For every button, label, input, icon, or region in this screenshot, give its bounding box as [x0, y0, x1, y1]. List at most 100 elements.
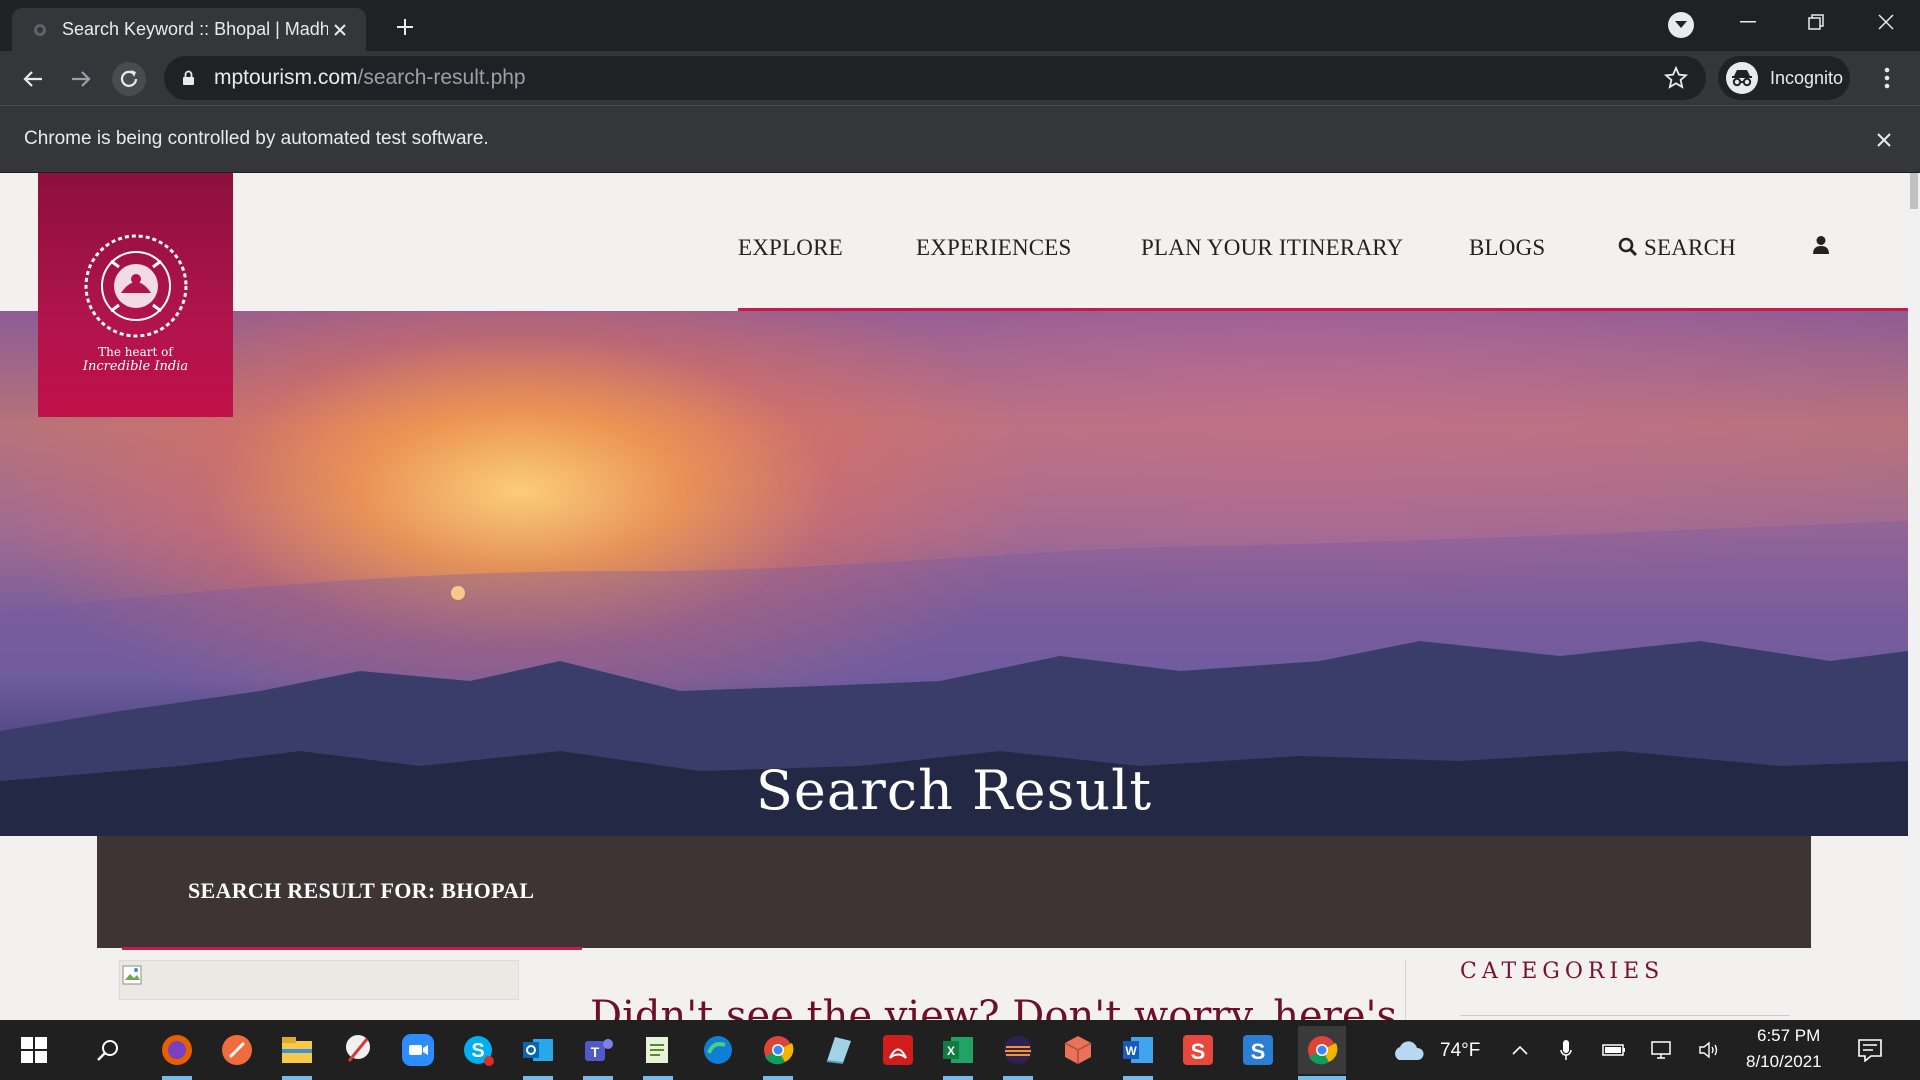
incognito-label: Incognito: [1770, 67, 1844, 88]
lock-icon[interactable]: [180, 69, 196, 87]
svg-text:W: W: [1125, 1044, 1137, 1058]
scrollbar-thumb[interactable]: [1910, 173, 1918, 209]
box-icon[interactable]: [1058, 1030, 1098, 1070]
hero-title: Search Result: [755, 759, 1153, 822]
outlook-icon[interactable]: [518, 1030, 558, 1070]
reload-icon[interactable]: [112, 62, 146, 96]
page-scrollbar[interactable]: [1908, 173, 1920, 1020]
teams-icon[interactable]: T: [578, 1030, 618, 1070]
tab-strip: Search Keyword :: Bhopal | Madhya: [0, 0, 1920, 51]
svg-text:S: S: [471, 1040, 484, 1062]
hero-banner: Search Result: [0, 311, 1908, 836]
svg-text:S: S: [1251, 1039, 1266, 1064]
chrome-running-indicator: [763, 1076, 793, 1080]
chrome-icon[interactable]: [758, 1030, 798, 1070]
skype-icon[interactable]: S: [458, 1030, 498, 1070]
notification-center-icon[interactable]: [1850, 1030, 1890, 1070]
chrome-active-indicator: [1298, 1076, 1346, 1080]
restore-icon[interactable]: [1788, 6, 1844, 38]
close-window-icon[interactable]: [1858, 6, 1914, 38]
incognito-icon: [1726, 62, 1758, 94]
snipping-tool-icon[interactable]: [338, 1030, 378, 1070]
search-result-bar: SEARCH RESULT FOR: BHOPAL: [97, 836, 1811, 948]
result-thumbnail[interactable]: [119, 960, 519, 1000]
edge-icon[interactable]: [698, 1030, 738, 1070]
back-icon[interactable]: [16, 62, 50, 96]
network-icon[interactable]: [1642, 1030, 1682, 1070]
search-icon[interactable]: [88, 1030, 128, 1070]
clock-time[interactable]: 6:57 PM: [1757, 1026, 1820, 1046]
explorer-running-indicator: [282, 1076, 312, 1080]
mp-emblem-icon: [84, 234, 187, 338]
chevron-up-icon[interactable]: [1500, 1030, 1540, 1070]
acrobat-icon[interactable]: [878, 1030, 918, 1070]
result-underline: [122, 947, 582, 950]
infobar-message: Chrome is being controlled by automated …: [24, 128, 489, 149]
nav-search-label: SEARCH: [1644, 235, 1736, 260]
minimize-icon[interactable]: [1720, 6, 1776, 38]
result-title-peek[interactable]: Didn't see the view? Don't worry, here's: [590, 993, 1397, 1020]
forward-icon[interactable]: [64, 62, 98, 96]
url-path: /search-result.php: [357, 66, 526, 89]
excel-icon[interactable]: X: [938, 1030, 978, 1070]
firefox-icon[interactable]: [157, 1030, 197, 1070]
close-infobar-icon[interactable]: [1872, 128, 1896, 152]
windows-taskbar: S T X W S S 74°F 6:57 PM 8/10/2021: [0, 1020, 1920, 1080]
browser-menu-icon[interactable]: [1872, 62, 1902, 94]
nav-explore[interactable]: EXPLORE: [738, 235, 843, 261]
volume-icon[interactable]: [1690, 1030, 1730, 1070]
clock-date[interactable]: 8/10/2021: [1746, 1052, 1822, 1072]
broken-image-icon: [122, 965, 142, 985]
web-page: The heart of Incredible India EXPLORE EX…: [0, 173, 1920, 1020]
automation-infobar: Chrome is being controlled by automated …: [0, 105, 1920, 173]
nav-experiences[interactable]: EXPERIENCES: [916, 235, 1072, 261]
snagit-editor-icon[interactable]: S: [1238, 1030, 1278, 1070]
user-account-icon[interactable]: [1812, 235, 1830, 261]
main-nav: EXPLORE EXPERIENCES PLAN YOUR ITINERARY …: [0, 235, 1908, 265]
url-host: mptourism.com: [214, 66, 358, 89]
weather-temp[interactable]: 74°F: [1440, 1040, 1480, 1062]
battery-icon[interactable]: [1594, 1030, 1634, 1070]
nav-plan-itinerary[interactable]: PLAN YOUR ITINERARY: [1141, 235, 1403, 261]
search-result-heading: SEARCH RESULT FOR: BHOPAL: [188, 878, 535, 903]
sidebar-divider: [1405, 960, 1406, 1020]
word-icon[interactable]: W: [1118, 1030, 1158, 1070]
svg-text:S: S: [1191, 1039, 1206, 1064]
mp-tourism-logo[interactable]: The heart of Incredible India: [38, 173, 233, 417]
nav-search[interactable]: SEARCH: [1618, 235, 1736, 261]
browser-tab[interactable]: Search Keyword :: Bhopal | Madhya: [12, 8, 366, 51]
address-bar[interactable]: mptourism.com/search-result.php: [164, 56, 1706, 100]
categories-rule: [1460, 1015, 1790, 1016]
zoom-icon[interactable]: [398, 1030, 438, 1070]
snagit-icon[interactable]: S: [1178, 1030, 1218, 1070]
tab-title: Search Keyword :: Bhopal | Madhya: [62, 19, 328, 39]
excel-running-indicator: [943, 1076, 973, 1080]
teams-running-indicator: [583, 1076, 613, 1080]
incognito-profile-button[interactable]: Incognito: [1718, 56, 1850, 100]
svg-text:X: X: [947, 1044, 955, 1058]
notepad-plus-plus-icon[interactable]: [638, 1030, 678, 1070]
file-explorer-icon[interactable]: [277, 1030, 317, 1070]
svg-text:T: T: [591, 1044, 600, 1060]
search-icon: [1618, 237, 1638, 257]
word-running-indicator: [1123, 1076, 1153, 1080]
eclipse-running-indicator: [1003, 1076, 1033, 1080]
close-tab-icon[interactable]: [328, 18, 352, 42]
eclipse-icon[interactable]: [998, 1030, 1038, 1070]
postman-icon[interactable]: [217, 1030, 257, 1070]
weather-cloud-icon[interactable]: [1388, 1030, 1428, 1070]
categories-heading: CATEGORIES: [1460, 959, 1665, 984]
start-icon[interactable]: [14, 1030, 54, 1070]
file-manager-icon[interactable]: [818, 1030, 858, 1070]
mountain-silhouette: [0, 521, 1908, 836]
firefox-running-indicator: [162, 1076, 192, 1080]
bookmark-star-icon[interactable]: [1663, 65, 1689, 90]
outlook-running-indicator: [523, 1076, 553, 1080]
new-tab-button[interactable]: [390, 12, 420, 42]
nav-blogs[interactable]: BLOGS: [1469, 235, 1545, 261]
logo-tagline-2: Incredible India: [82, 359, 189, 374]
notepad-running-indicator: [643, 1076, 673, 1080]
chrome-active-icon[interactable]: [1298, 1026, 1346, 1074]
microphone-icon[interactable]: [1546, 1030, 1586, 1070]
tab-search-icon[interactable]: [1668, 12, 1694, 38]
